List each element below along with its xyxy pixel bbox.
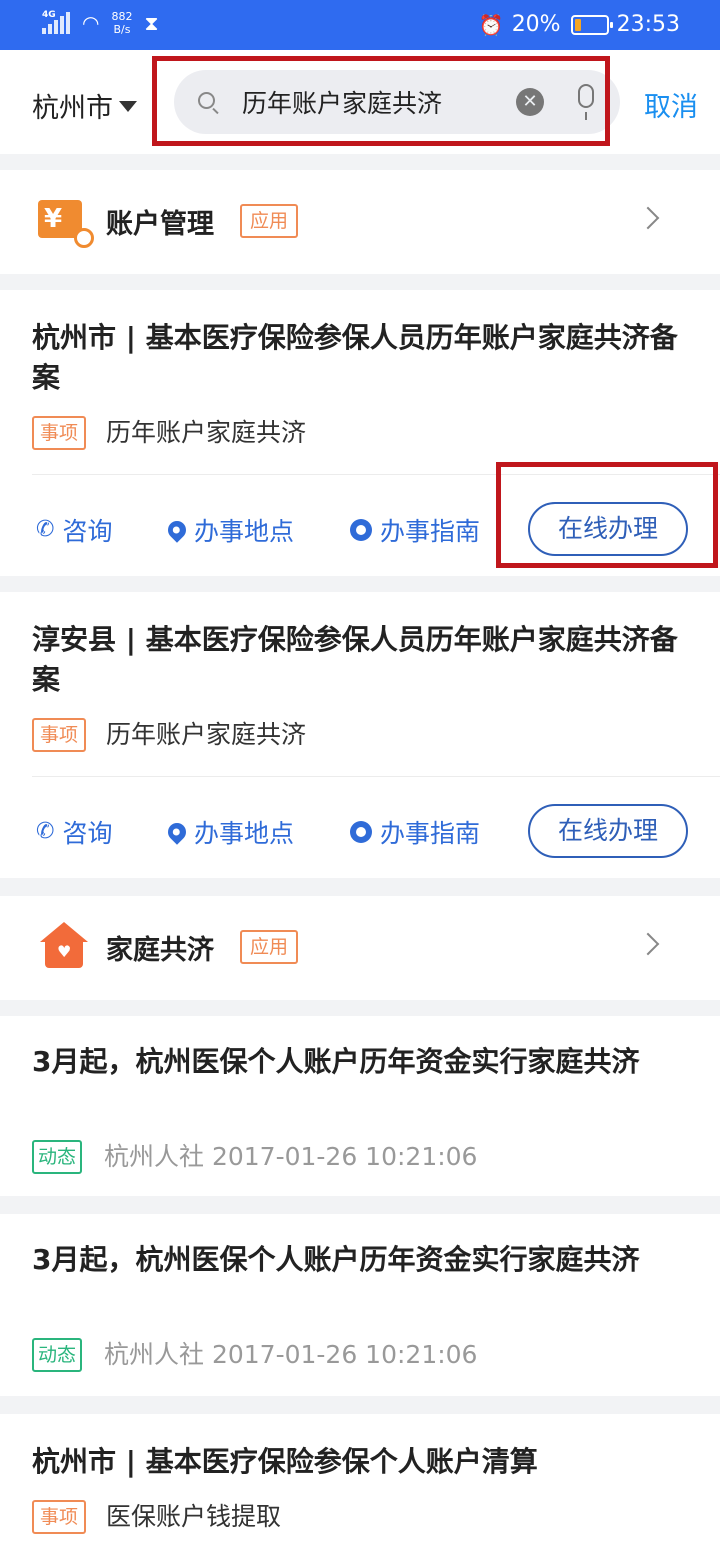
item-subtitle: 历年账户家庭共济 <box>106 720 307 749</box>
chevron-right-icon <box>636 932 660 956</box>
app-title: 账户管理 <box>106 209 214 240</box>
app-title: 家庭共济 <box>106 935 214 966</box>
caret-down-icon <box>119 101 137 112</box>
online-handle-button[interactable]: 在线办理 <box>528 804 688 858</box>
account-money-search-icon: ¥ <box>38 200 94 248</box>
battery-percent: 20% <box>511 12 561 37</box>
battery-icon <box>570 15 613 35</box>
status-right: ⏰ 20% 23:53 <box>479 12 680 38</box>
highlight-box-search <box>152 56 610 146</box>
news-tag: 动态 <box>32 1140 83 1174</box>
item-subtitle: 历年账户家庭共济 <box>106 418 307 447</box>
consult-button[interactable]: ✆ 咨询 <box>36 814 112 850</box>
location-pin-icon <box>164 819 190 845</box>
list-item-chunan-backup: 淳安县 | 基本医疗保险参保人员历年账户家庭共济备案 事项 历年账户家庭共济 ✆… <box>0 592 720 878</box>
guide-button[interactable]: 办事指南 <box>350 512 480 548</box>
compass-icon <box>350 519 372 541</box>
app-tag: 应用 <box>240 930 299 964</box>
speed-unit: B/s <box>113 23 131 36</box>
item-title[interactable]: 杭州市 | 基本医疗保险参保个人账户清算 <box>32 1442 682 1482</box>
location-pin-icon <box>164 517 190 543</box>
app-result-family-sharing[interactable]: ♥ 家庭共济 应用 <box>0 896 720 1000</box>
item-actions: ✆ 咨询 办事地点 办事指南 在线办理 <box>0 804 720 860</box>
chevron-right-icon <box>636 206 660 230</box>
news-tag: 动态 <box>32 1338 83 1372</box>
app-result-account-management[interactable]: ¥ 账户管理 应用 <box>0 170 720 274</box>
list-item-hangzhou-clearing: 杭州市 | 基本医疗保险参保个人账户清算 事项 医保账户钱提取 <box>0 1414 720 1560</box>
news-title: 3月起，杭州医保个人账户历年资金实行家庭共济 <box>32 1243 640 1276</box>
status-left: 4G ◠ 882 B/s ⧗ <box>42 10 159 36</box>
news-item[interactable]: 3月起，杭州医保个人账户历年资金实行家庭共济 动态 杭州人社 2017-01-2… <box>0 1214 720 1396</box>
clock: 23:53 <box>616 12 680 37</box>
guide-button[interactable]: 办事指南 <box>350 814 480 850</box>
highlight-box-online-button <box>496 462 718 568</box>
app-tag: 应用 <box>240 204 299 238</box>
hourglass-icon: ⧗ <box>144 11 159 35</box>
phone-icon: ✆ <box>36 517 55 542</box>
item-subtitle: 医保账户钱提取 <box>106 1502 282 1531</box>
location-label: 办事地点 <box>194 819 295 848</box>
location-button[interactable]: 办事地点 <box>164 814 295 850</box>
item-title[interactable]: 淳安县 | 基本医疗保险参保人员历年账户家庭共济备案 <box>32 620 682 700</box>
wifi-icon: ◠ <box>82 11 100 35</box>
city-label: 杭州市 <box>32 93 113 124</box>
news-meta: 杭州人社 2017-01-26 10:21:06 <box>104 1340 478 1369</box>
phone-icon: ✆ <box>36 819 55 844</box>
news-title: 3月起，杭州医保个人账户历年资金实行家庭共济 <box>32 1045 640 1078</box>
item-title[interactable]: 杭州市 | 基本医疗保险参保人员历年账户家庭共济备案 <box>32 318 682 398</box>
signal-icon: 4G <box>42 10 70 34</box>
consult-label: 咨询 <box>62 517 113 546</box>
network-speed: 882 B/s <box>111 10 132 36</box>
consult-button[interactable]: ✆ 咨询 <box>36 512 112 548</box>
home-heart-icon: ♥ <box>40 922 88 968</box>
cancel-button[interactable]: 取消 <box>644 85 698 124</box>
consult-label: 咨询 <box>62 819 113 848</box>
guide-label: 办事指南 <box>380 517 481 546</box>
compass-icon <box>350 821 372 843</box>
divider <box>32 776 720 777</box>
location-button[interactable]: 办事地点 <box>164 512 295 548</box>
city-selector[interactable]: 杭州市 <box>32 86 137 125</box>
item-tag: 事项 <box>32 718 87 752</box>
item-tag: 事项 <box>32 1500 87 1534</box>
location-label: 办事地点 <box>194 517 295 546</box>
alarm-icon: ⏰ <box>478 13 504 37</box>
status-bar: 4G ◠ 882 B/s ⧗ ⏰ 20% 23:53 <box>0 0 720 50</box>
network-type: 4G <box>42 10 56 20</box>
speed-value: 882 <box>111 10 133 23</box>
news-meta: 杭州人社 2017-01-26 10:21:06 <box>104 1142 478 1171</box>
search-header: 杭州市 ✕ 取消 <box>0 50 720 154</box>
guide-label: 办事指南 <box>380 819 481 848</box>
item-tag: 事项 <box>32 416 87 450</box>
news-item[interactable]: 3月起，杭州医保个人账户历年资金实行家庭共济 动态 杭州人社 2017-01-2… <box>0 1016 720 1196</box>
